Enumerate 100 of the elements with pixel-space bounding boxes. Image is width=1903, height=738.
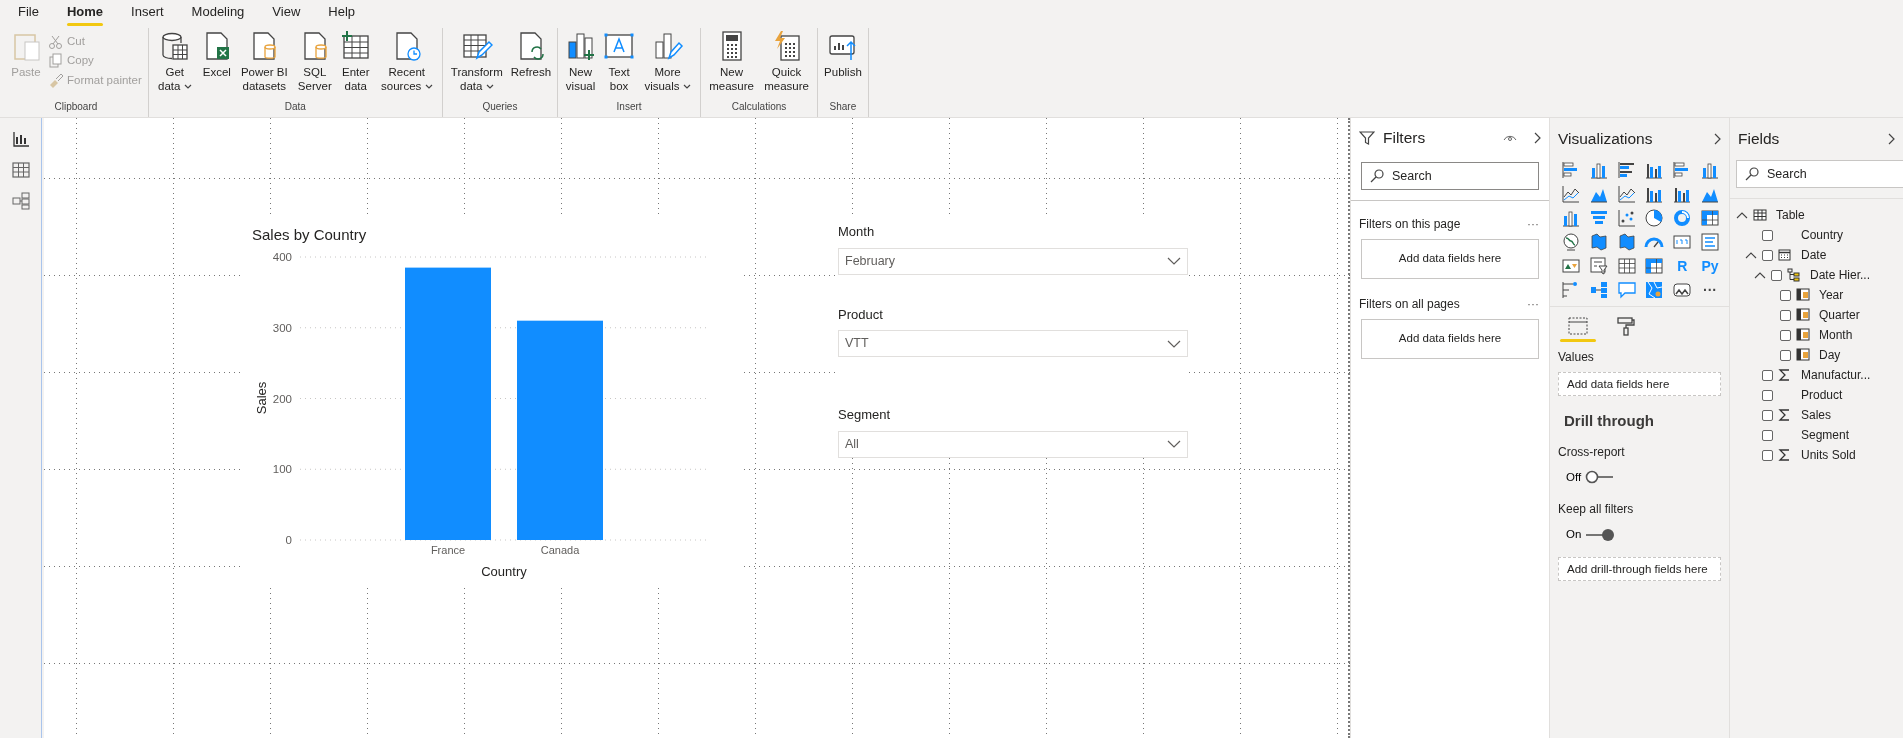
checkbox[interactable] <box>1762 409 1773 421</box>
key-influencers-icon[interactable] <box>1588 280 1609 300</box>
slicer-icon[interactable] <box>1588 256 1609 276</box>
paint-roller-icon <box>1616 317 1636 337</box>
ribbon-button[interactable]: Recent sources <box>375 28 438 99</box>
section-label: Values <box>1558 349 1595 367</box>
ribbon-button[interactable]: Quick measure <box>760 28 814 99</box>
expand-chevron[interactable] <box>1736 211 1748 219</box>
checkbox[interactable] <box>1780 329 1791 341</box>
ribbon-button[interactable]: Refresh <box>508 28 554 99</box>
line-chart-icon[interactable] <box>1561 184 1581 204</box>
checkbox[interactable] <box>1780 289 1791 301</box>
scatter-chart-icon[interactable] <box>1616 208 1637 228</box>
speech-bubble-icon[interactable] <box>1616 280 1637 300</box>
slicer-dropdown[interactable]: All <box>838 430 1188 458</box>
stacked-column-chart-icon[interactable] <box>1561 208 1581 228</box>
table-icon[interactable] <box>1616 256 1637 276</box>
matrix-icon[interactable] <box>1700 208 1720 228</box>
drop-zone[interactable]: Add data fields here <box>1361 239 1539 279</box>
drop-zone[interactable]: Add data fields here <box>1361 319 1539 359</box>
model-view-icon[interactable] <box>11 192 30 210</box>
expand-chevron[interactable] <box>1745 251 1757 259</box>
ribbon-tab[interactable]: Home <box>54 1 116 24</box>
ribbon-tab[interactable]: Modeling <box>179 1 257 24</box>
ribbon-button[interactable]: SQL Server <box>293 28 336 99</box>
field-name[interactable]: Quarter <box>1819 306 1860 324</box>
toggle-switch[interactable]: Off <box>1566 468 1729 487</box>
visual-type-button[interactable]: ··· <box>1699 280 1721 300</box>
report-view-icon[interactable] <box>11 130 30 148</box>
checkbox[interactable] <box>1762 389 1773 401</box>
ribbon-tab[interactable]: File <box>6 1 51 24</box>
ribbon-button[interactable]: New measure <box>705 28 759 99</box>
eye-icon[interactable] <box>1503 133 1517 143</box>
field-name[interactable]: Manufactur... <box>1801 366 1871 384</box>
ribbon-button[interactable]: Enter data <box>337 28 374 99</box>
field-name[interactable]: Date <box>1801 246 1827 264</box>
checkbox[interactable] <box>1780 349 1791 361</box>
slicer-dropdown[interactable]: February <box>838 247 1188 275</box>
group-label: Clipboard <box>53 100 99 114</box>
ribbon-button[interactable]: Transform data <box>446 28 507 99</box>
checkbox[interactable] <box>1762 449 1773 461</box>
search-field[interactable]: Search <box>1361 162 1539 190</box>
ribbon-button[interactable]: Power BI datasets <box>236 28 292 99</box>
field-name[interactable]: Date Hier... <box>1810 266 1871 284</box>
map-icon[interactable] <box>1616 232 1637 252</box>
search-icon <box>1745 167 1759 181</box>
table-view-icon[interactable] <box>11 162 30 178</box>
ribbon-button[interactable]: New visual <box>562 28 600 99</box>
field-name[interactable]: Units Sold <box>1801 446 1856 464</box>
toggle-switch[interactable]: On <box>1566 526 1729 544</box>
clustered-bar-chart-icon[interactable] <box>1616 160 1637 180</box>
shape-map-icon[interactable] <box>1644 280 1665 300</box>
kpi-icon[interactable] <box>1561 256 1581 276</box>
more-options-button[interactable]: ··· <box>1525 218 1541 230</box>
checkbox[interactable] <box>1762 249 1773 261</box>
more-options-button[interactable]: ··· <box>1525 298 1541 310</box>
ribbon-tab[interactable]: View <box>260 1 313 24</box>
card-icon[interactable] <box>1672 232 1693 252</box>
drop-zone[interactable]: Add data fields here <box>1558 372 1721 397</box>
line-chart-icon[interactable] <box>1616 184 1637 204</box>
globe-icon[interactable] <box>1561 232 1581 252</box>
field-name[interactable]: Country <box>1801 226 1844 244</box>
ribbon-button[interactable]: Text box <box>601 28 638 99</box>
stacked-column-chart-icon[interactable] <box>1700 160 1720 180</box>
calendar-level-icon <box>1796 288 1810 302</box>
expand-button[interactable] <box>1887 133 1895 145</box>
ribbon-tab[interactable]: Insert <box>119 1 176 24</box>
switch-icon[interactable] <box>1585 527 1616 542</box>
ribbon-tab[interactable]: Help <box>316 1 368 24</box>
drop-zone[interactable]: Add drill-through fields here <box>1558 557 1721 582</box>
checkbox[interactable] <box>1762 429 1773 441</box>
expand-button[interactable] <box>1713 133 1721 145</box>
expand-chevron[interactable] <box>1754 271 1766 279</box>
ribbon-button[interactable]: Excel <box>198 28 235 99</box>
search-field[interactable]: Search <box>1736 160 1903 188</box>
field-name[interactable]: Segment <box>1801 426 1850 444</box>
chart-title: Sales by Country <box>251 225 368 245</box>
group-label: Insert <box>615 100 643 114</box>
field-name[interactable]: Month <box>1819 326 1853 344</box>
pie-chart-icon[interactable] <box>1644 208 1665 228</box>
field-name[interactable]: Day <box>1819 346 1841 364</box>
switch-icon[interactable] <box>1585 470 1616 485</box>
matrix-icon[interactable] <box>1644 256 1665 276</box>
field-name[interactable]: Sales <box>1801 406 1832 424</box>
checkbox[interactable] <box>1771 269 1782 281</box>
multi-row-card-icon[interactable] <box>1700 232 1720 252</box>
table-name[interactable]: Table <box>1776 206 1805 224</box>
slicer-dropdown[interactable]: VTT <box>838 330 1188 357</box>
ribbon-button[interactable]: Publish <box>822 28 864 99</box>
field-name[interactable]: Year <box>1819 286 1844 304</box>
field-name[interactable]: Product <box>1801 386 1843 404</box>
map-icon[interactable] <box>1588 232 1609 252</box>
ribbon-button[interactable]: More visuals <box>639 28 697 99</box>
collapse-button[interactable] <box>1533 132 1541 144</box>
stacked-column-chart-icon[interactable] <box>1588 160 1609 180</box>
ribbon-button[interactable]: Get data <box>152 28 197 99</box>
checkbox[interactable] <box>1762 229 1773 241</box>
calendar-level-icon <box>1796 308 1810 322</box>
checkbox[interactable] <box>1780 309 1791 321</box>
checkbox[interactable] <box>1762 369 1773 381</box>
